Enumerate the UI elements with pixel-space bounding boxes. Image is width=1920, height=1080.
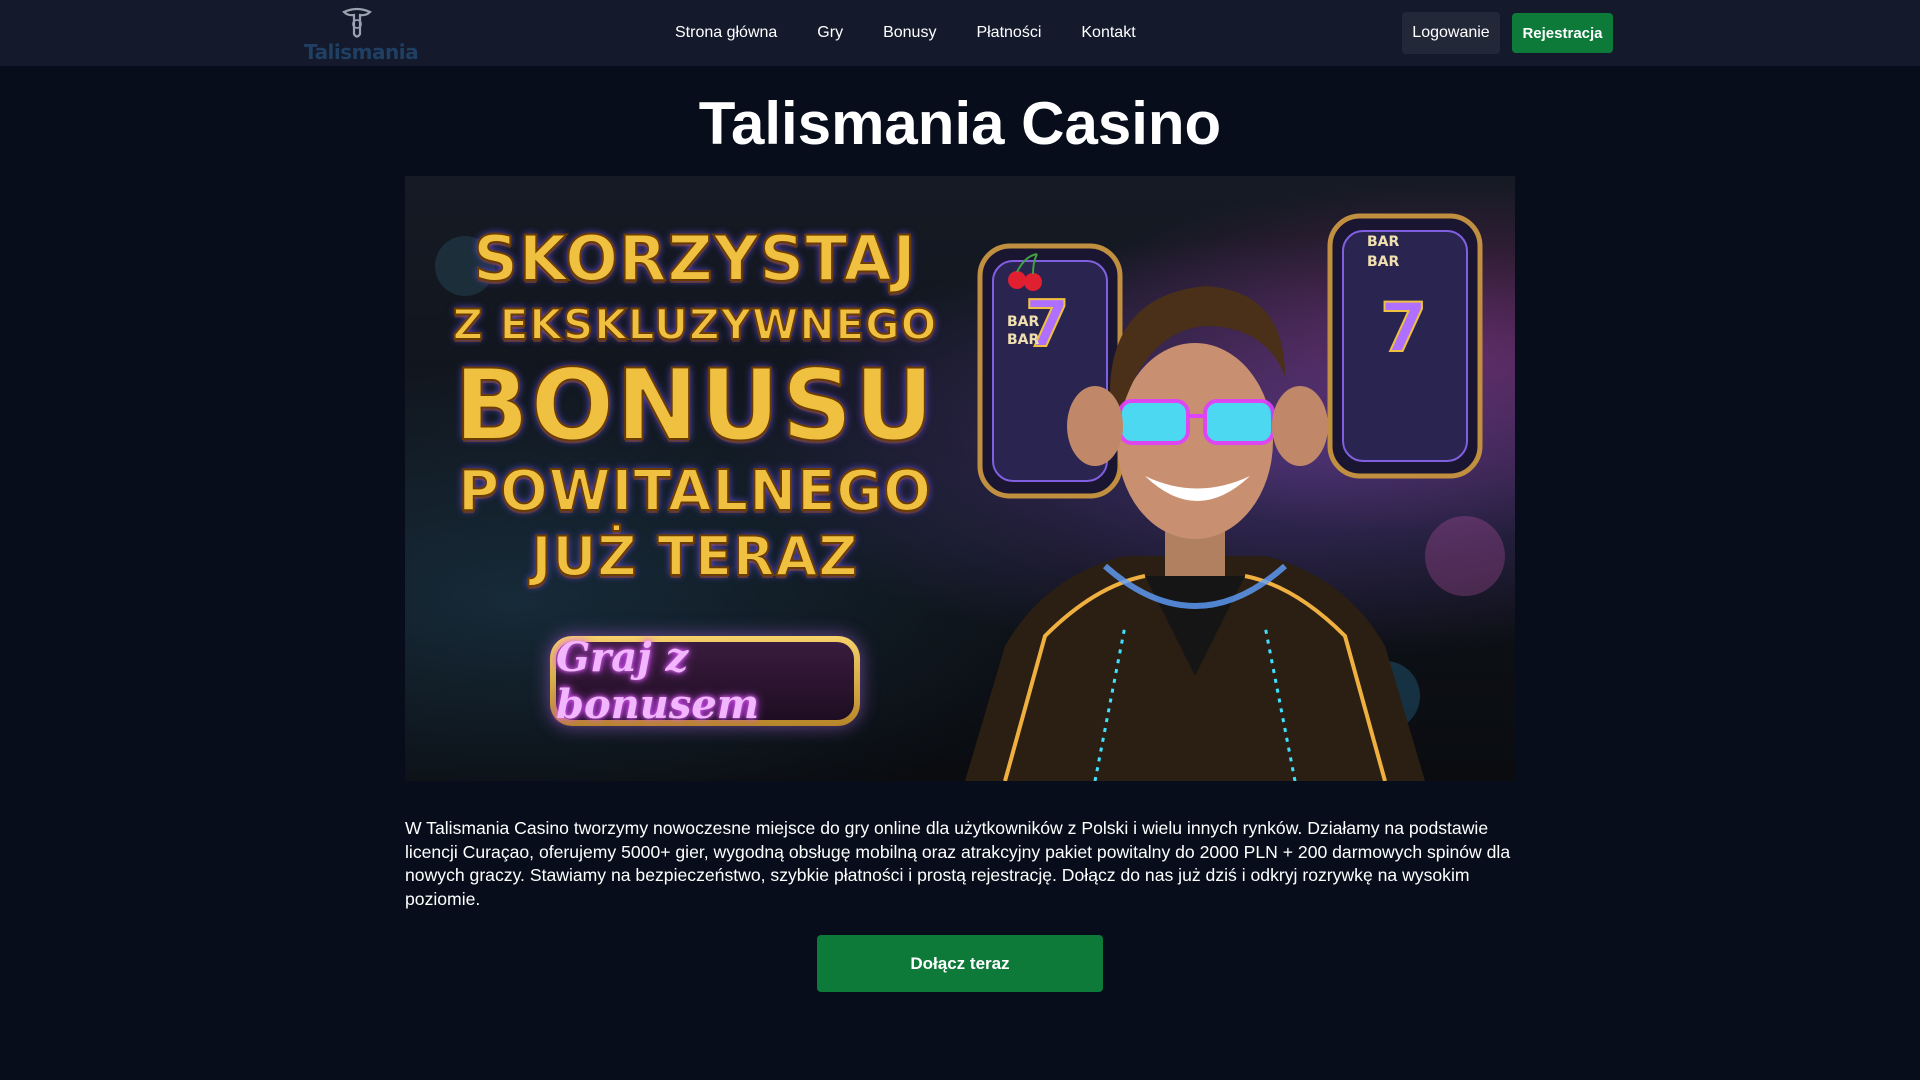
reel-symbol-bar: BAR (1367, 254, 1400, 270)
nav-item-bonuses[interactable]: Bonusy (863, 0, 956, 66)
logo-text: Talismania (304, 40, 419, 64)
talisman-logo-icon (342, 7, 372, 38)
promo-line-1: SKORZYSTAJ (472, 222, 917, 295)
nav-item-contact[interactable]: Kontakt (1061, 0, 1155, 66)
intro-description: W Talismania Casino tworzymy nowoczesne … (405, 818, 1511, 909)
nav-item-games[interactable]: Gry (797, 0, 863, 66)
page-title: Talismania Casino (698, 90, 1222, 157)
join-now-button[interactable]: Dołącz teraz (817, 935, 1103, 992)
nav-item-home[interactable]: Strona główna (655, 0, 797, 66)
site-header: Talismania Strona główna Gry Bonusy Płat… (0, 0, 1920, 66)
reel-symbol-7: 7 (1380, 289, 1427, 368)
play-with-bonus-label: Graj z bonusem (556, 634, 854, 728)
logo[interactable]: Talismania (304, 6, 419, 64)
play-with-bonus-button[interactable]: Graj z bonusem (550, 634, 860, 728)
main-nav: Strona główna Gry Bonusy Płatności Konta… (655, 0, 1156, 66)
reel-symbol-bar: BAR (1367, 234, 1400, 250)
login-button[interactable]: Logowanie (1402, 12, 1500, 54)
register-button[interactable]: Rejestracja (1512, 13, 1613, 53)
promo-line-3: BONUSU (453, 349, 936, 463)
reel-symbol-bar: BAR (1007, 332, 1040, 348)
slot-reel-icon: 7 BAR BAR (1327, 213, 1483, 479)
reel-symbol-bar: BAR (1007, 314, 1040, 330)
promo-banner[interactable]: 7 BAR BAR 7 BAR BAR SKORZYSTAJ Z EKSKLUZ… (405, 176, 1515, 781)
promo-line-5: JUŻ TERAZ (530, 525, 859, 589)
promo-line-2: Z EKSKLUZYWNEGO (452, 299, 938, 350)
promo-line-4: POWITALNEGO (457, 459, 932, 525)
nav-item-payments[interactable]: Płatności (956, 0, 1061, 66)
